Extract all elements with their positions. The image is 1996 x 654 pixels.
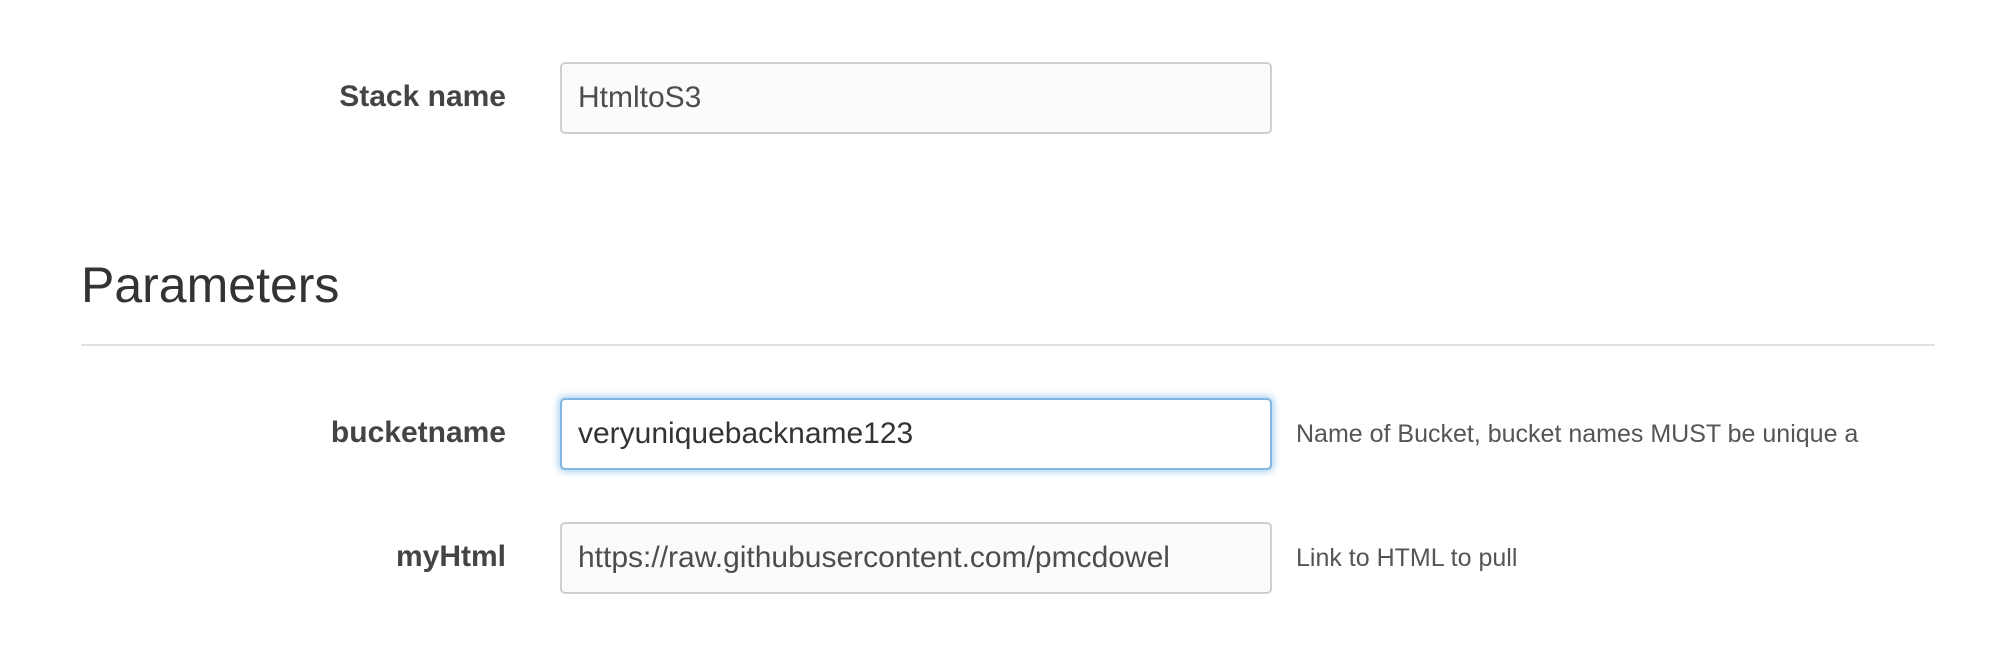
bucketname-help-text: Name of Bucket, bucket names MUST be uni… (1296, 420, 1859, 448)
myhtml-help-text: Link to HTML to pull (1296, 544, 1518, 572)
myhtml-label: myHtml (395, 540, 506, 573)
bucketname-label: bucketname (330, 416, 506, 449)
stack-name-input[interactable] (560, 62, 1272, 134)
bucketname-input[interactable] (560, 398, 1272, 470)
section-divider (81, 344, 1935, 346)
myhtml-input[interactable] (560, 522, 1272, 594)
parameters-heading: Parameters (81, 257, 340, 313)
stack-name-label: Stack name (339, 80, 506, 113)
